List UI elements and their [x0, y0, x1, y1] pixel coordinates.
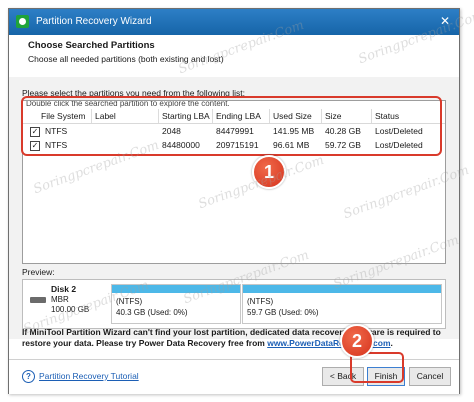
step-badge-1: 1 — [252, 155, 286, 189]
partition-usage-bar — [112, 285, 240, 293]
partition-usage-bar — [243, 285, 441, 293]
recovery-footnote: If MiniTool Partition Wizard can't find … — [22, 327, 442, 349]
partition-fs: (NTFS) — [247, 297, 274, 306]
footnote-period: . — [390, 338, 393, 348]
tutorial-link[interactable]: Partition Recovery Tutorial — [39, 371, 139, 381]
step-badge-2: 2 — [340, 324, 374, 358]
help-icon[interactable]: ? — [22, 370, 35, 383]
disk-size: 100.00 GB — [51, 305, 90, 314]
partition-fs: (NTFS) — [116, 297, 143, 306]
cancel-button[interactable]: Cancel — [409, 367, 451, 386]
page-title: Choose Searched Partitions — [28, 40, 155, 51]
partition-info: 59.7 GB (Used: 0%) — [247, 308, 319, 317]
partition-block[interactable]: (NTFS) 40.3 GB (Used: 0%) — [111, 284, 241, 324]
window-title: Partition Recovery Wizard — [36, 16, 152, 27]
page-subtitle: Choose all needed partitions (both exist… — [28, 54, 224, 64]
partition-list-highlight — [21, 96, 442, 156]
disk-name: Disk 2 — [51, 284, 77, 294]
partition-info: 40.3 GB (Used: 0%) — [116, 308, 188, 317]
wizard-window: Partition Recovery Wizard ✕ Choose Searc… — [8, 8, 460, 394]
partition-block[interactable]: (NTFS) 59.7 GB (Used: 0%) — [242, 284, 442, 324]
preview-label: Preview: — [22, 267, 55, 277]
app-logo-icon — [16, 15, 29, 28]
disk-type: MBR — [51, 295, 69, 304]
close-button[interactable]: ✕ — [436, 13, 454, 30]
wizard-header: Choose Searched Partitions Choose all ne… — [9, 35, 459, 78]
disk-icon — [30, 297, 46, 303]
disk-preview: Disk 2 MBR 100.00 GB (NTFS) 40.3 GB (Use… — [22, 279, 446, 329]
title-bar[interactable]: Partition Recovery Wizard ✕ — [9, 9, 459, 35]
